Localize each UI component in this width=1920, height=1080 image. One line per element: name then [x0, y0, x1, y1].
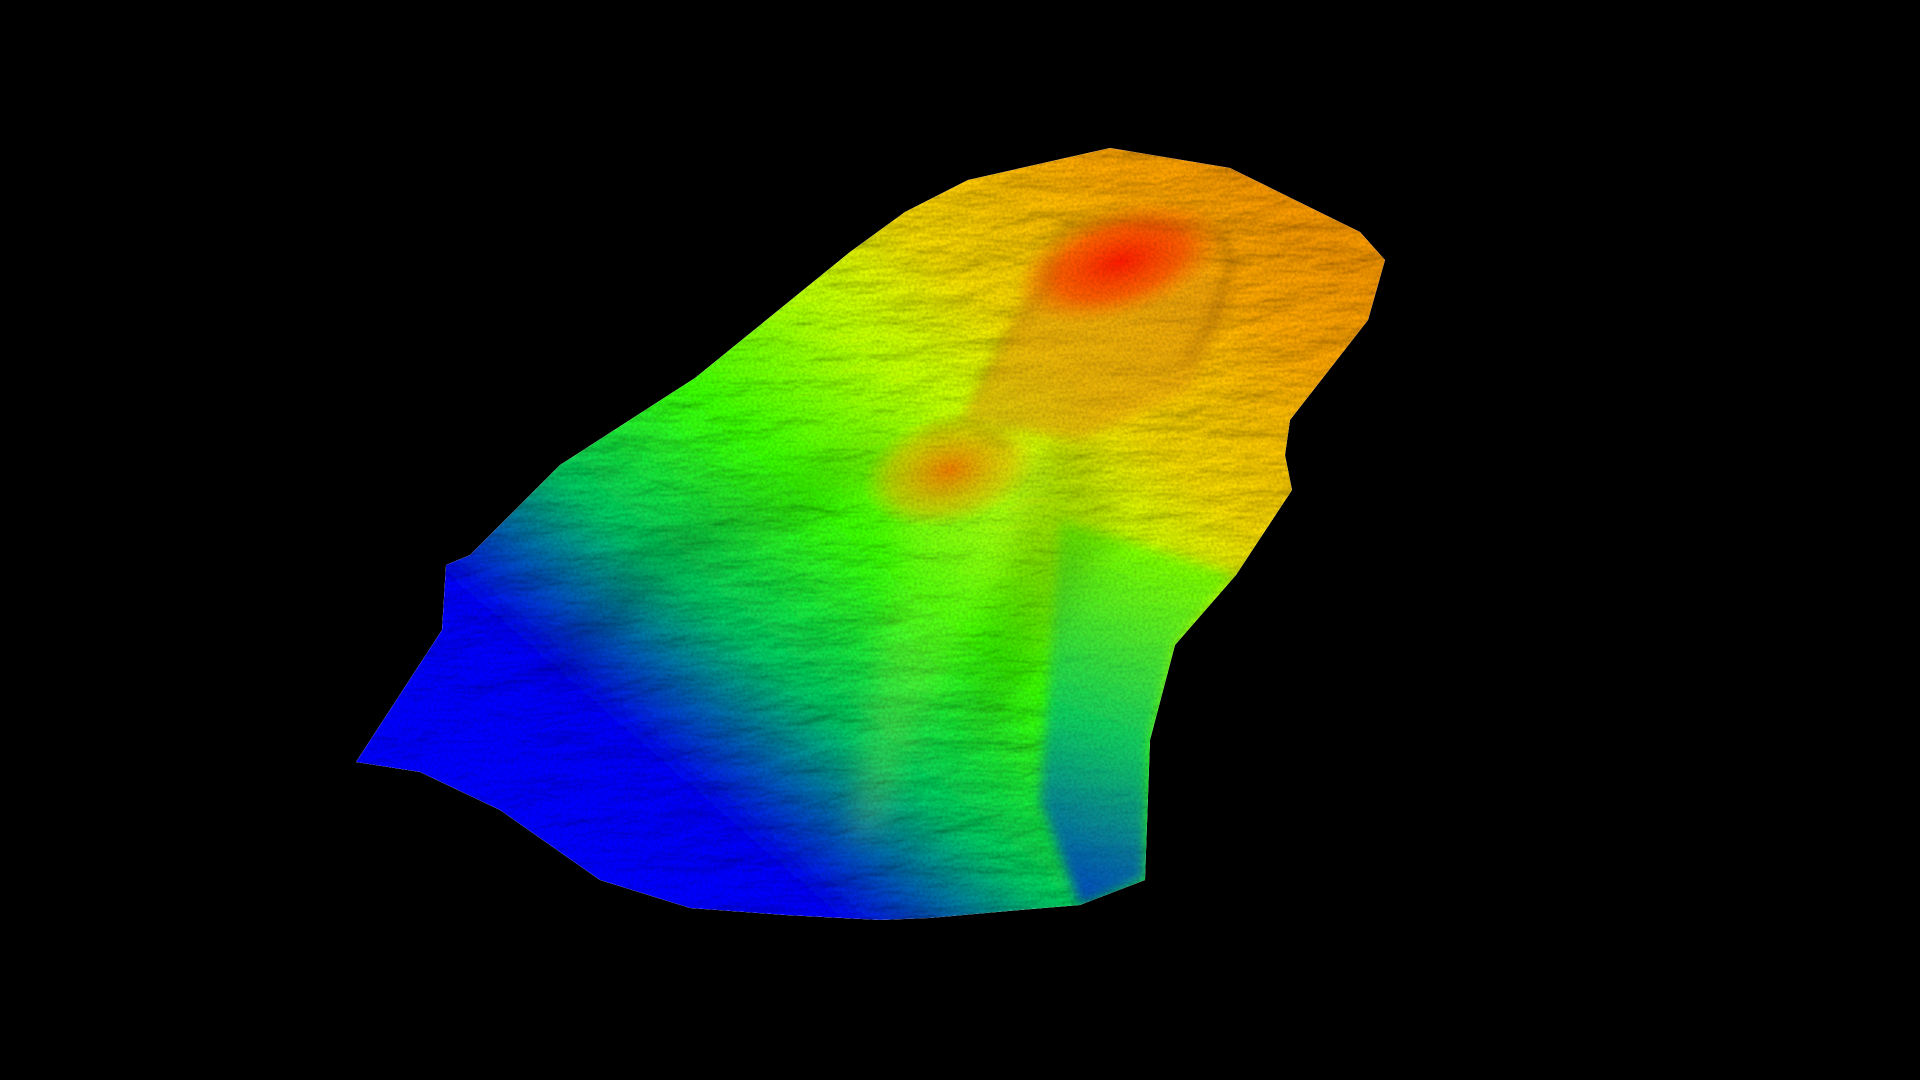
terrain-surface[interactable]	[340, 140, 1400, 930]
surface-grain	[356, 148, 1385, 920]
terrain-elevation-render[interactable]	[0, 0, 1920, 1080]
3d-terrain-viewport[interactable]	[0, 0, 1920, 1080]
